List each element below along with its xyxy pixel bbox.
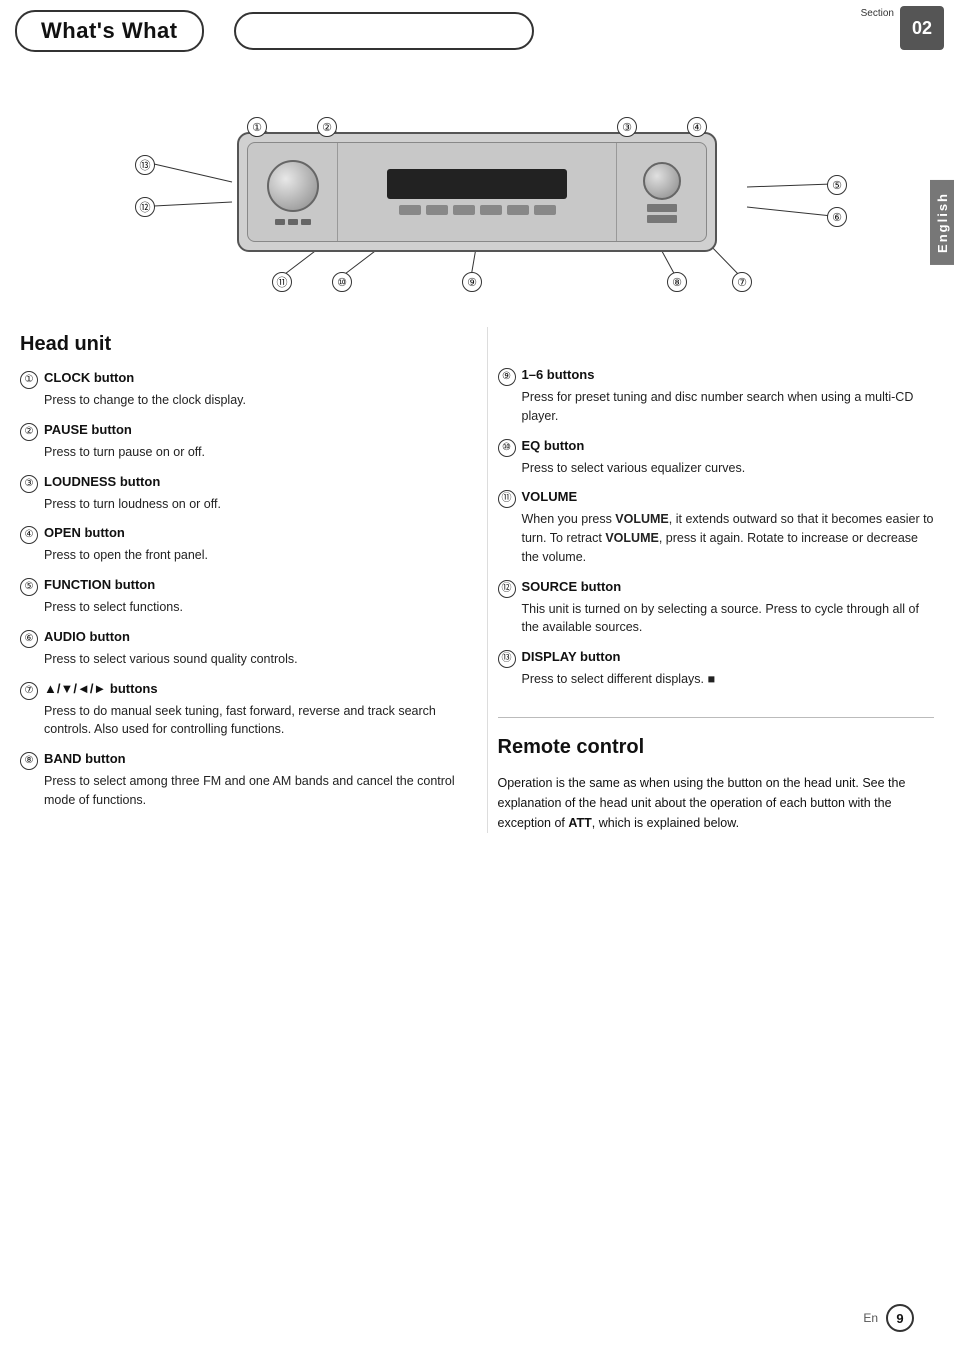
item-pause: ② PAUSE button Press to turn pause on or… — [20, 422, 457, 462]
item-num-9: ⑨ — [498, 368, 516, 386]
callout-10: ⑩ — [332, 272, 352, 292]
item-num-11: ⑪ — [498, 490, 516, 508]
right-column: ⑨ 1–6 buttons Press for preset tuning an… — [487, 327, 935, 833]
item-desc-11: When you press VOLUME, it extends outwar… — [498, 510, 935, 566]
item-source: ⑫ SOURCE button This unit is turned on b… — [498, 579, 935, 638]
section-label: Section — [861, 8, 894, 19]
item-num-10: ⑩ — [498, 439, 516, 457]
diagram-area: ① ② ③ ④ ⑤ ⑥ ⑦ ⑧ ⑨ ⑩ ⑪ ⑫ ⑬ — [0, 57, 954, 317]
head-unit-diagram: ① ② ③ ④ ⑤ ⑥ ⑦ ⑧ ⑨ ⑩ ⑪ ⑫ ⑬ — [87, 77, 867, 307]
callout-11: ⑪ — [272, 272, 292, 292]
item-function: ⑤ FUNCTION button Press to select functi… — [20, 577, 457, 617]
item-label-2: PAUSE button — [44, 422, 132, 437]
item-desc-1: Press to change to the clock display. — [20, 391, 457, 410]
item-clock: ① CLOCK button Press to change to the cl… — [20, 370, 457, 410]
item-desc-9: Press for preset tuning and disc number … — [498, 388, 935, 426]
item-num-2: ② — [20, 423, 38, 441]
item-num-3: ③ — [20, 475, 38, 493]
callout-3: ③ — [617, 117, 637, 137]
head-unit-title: Head unit — [20, 333, 457, 356]
item-num-12: ⑫ — [498, 580, 516, 598]
item-desc-5: Press to select functions. — [20, 598, 457, 617]
item-loudness: ③ LOUDNESS button Press to turn loudness… — [20, 474, 457, 514]
item-label-8: BAND button — [44, 751, 126, 766]
item-num-5: ⑤ — [20, 578, 38, 596]
page-title: What's What — [15, 10, 204, 52]
callout-7: ⑦ — [732, 272, 752, 292]
volume-bold-2: VOLUME — [605, 531, 658, 545]
item-desc-2: Press to turn pause on or off. — [20, 443, 457, 462]
callout-5: ⑤ — [827, 175, 847, 195]
volume-knob — [267, 160, 319, 212]
item-label-13: DISPLAY button — [522, 649, 621, 664]
item-arrows: ⑦ ▲/▼/◄/► buttons Press to do manual see… — [20, 681, 457, 740]
item-desc-10: Press to select various equalizer curves… — [498, 459, 935, 478]
head-unit-body — [237, 132, 717, 252]
item-audio: ⑥ AUDIO button Press to select various s… — [20, 629, 457, 669]
att-bold: ATT — [568, 816, 591, 830]
page-footer: En 9 — [863, 1304, 914, 1332]
volume-bold-1: VOLUME — [615, 512, 668, 526]
item-open: ④ OPEN button Press to open the front pa… — [20, 525, 457, 565]
item-desc-13: Press to select different displays. ■ — [498, 670, 935, 689]
function-knob — [643, 162, 681, 200]
callout-13: ⑬ — [135, 155, 155, 175]
item-label-12: SOURCE button — [522, 579, 622, 594]
item-eq: ⑩ EQ button Press to select various equa… — [498, 438, 935, 478]
content-area: Head unit ① CLOCK button Press to change… — [0, 317, 954, 853]
item-label-10: EQ button — [522, 438, 585, 453]
callout-9: ⑨ — [462, 272, 482, 292]
callout-6: ⑥ — [827, 207, 847, 227]
display-screen — [387, 169, 567, 199]
remote-title: Remote control — [498, 736, 935, 759]
item-num-8: ⑧ — [20, 752, 38, 770]
item-label-4: OPEN button — [44, 525, 125, 540]
item-num-1: ① — [20, 371, 38, 389]
page-header: What's What Section 02 — [0, 0, 954, 57]
item-desc-4: Press to open the front panel. — [20, 546, 457, 565]
callout-8: ⑧ — [667, 272, 687, 292]
remote-section: Remote control Operation is the same as … — [498, 717, 935, 833]
item-label-1: CLOCK button — [44, 370, 134, 385]
item-num-4: ④ — [20, 526, 38, 544]
item-label-11: VOLUME — [522, 489, 578, 504]
item-desc-12: This unit is turned on by selecting a so… — [498, 600, 935, 638]
item-label-6: AUDIO button — [44, 629, 130, 644]
callout-1: ① — [247, 117, 267, 137]
item-label-3: LOUDNESS button — [44, 474, 160, 489]
section-number: 02 — [900, 6, 944, 50]
item-desc-8: Press to select among three FM and one A… — [20, 772, 457, 810]
item-label-9: 1–6 buttons — [522, 367, 595, 382]
item-desc-7: Press to do manual seek tuning, fast for… — [20, 702, 457, 740]
callout-2: ② — [317, 117, 337, 137]
item-num-13: ⑬ — [498, 650, 516, 668]
item-num-6: ⑥ — [20, 630, 38, 648]
item-volume: ⑪ VOLUME When you press VOLUME, it exten… — [498, 489, 935, 566]
header-mid-decoration — [234, 12, 534, 50]
item-label-5: FUNCTION button — [44, 577, 155, 592]
remote-desc: Operation is the same as when using the … — [498, 773, 935, 833]
item-num-7: ⑦ — [20, 682, 38, 700]
item-desc-6: Press to select various sound quality co… — [20, 650, 457, 669]
item-display: ⑬ DISPLAY button Press to select differe… — [498, 649, 935, 689]
item-desc-3: Press to turn loudness on or off. — [20, 495, 457, 514]
page-number: 9 — [886, 1304, 914, 1332]
callout-4: ④ — [687, 117, 707, 137]
left-column: Head unit ① CLOCK button Press to change… — [20, 327, 467, 833]
footer-lang: En — [863, 1311, 878, 1325]
item-band: ⑧ BAND button Press to select among thre… — [20, 751, 457, 810]
item-16-buttons: ⑨ 1–6 buttons Press for preset tuning an… — [498, 367, 935, 426]
callout-12: ⑫ — [135, 197, 155, 217]
item-label-7: ▲/▼/◄/► buttons — [44, 681, 158, 696]
